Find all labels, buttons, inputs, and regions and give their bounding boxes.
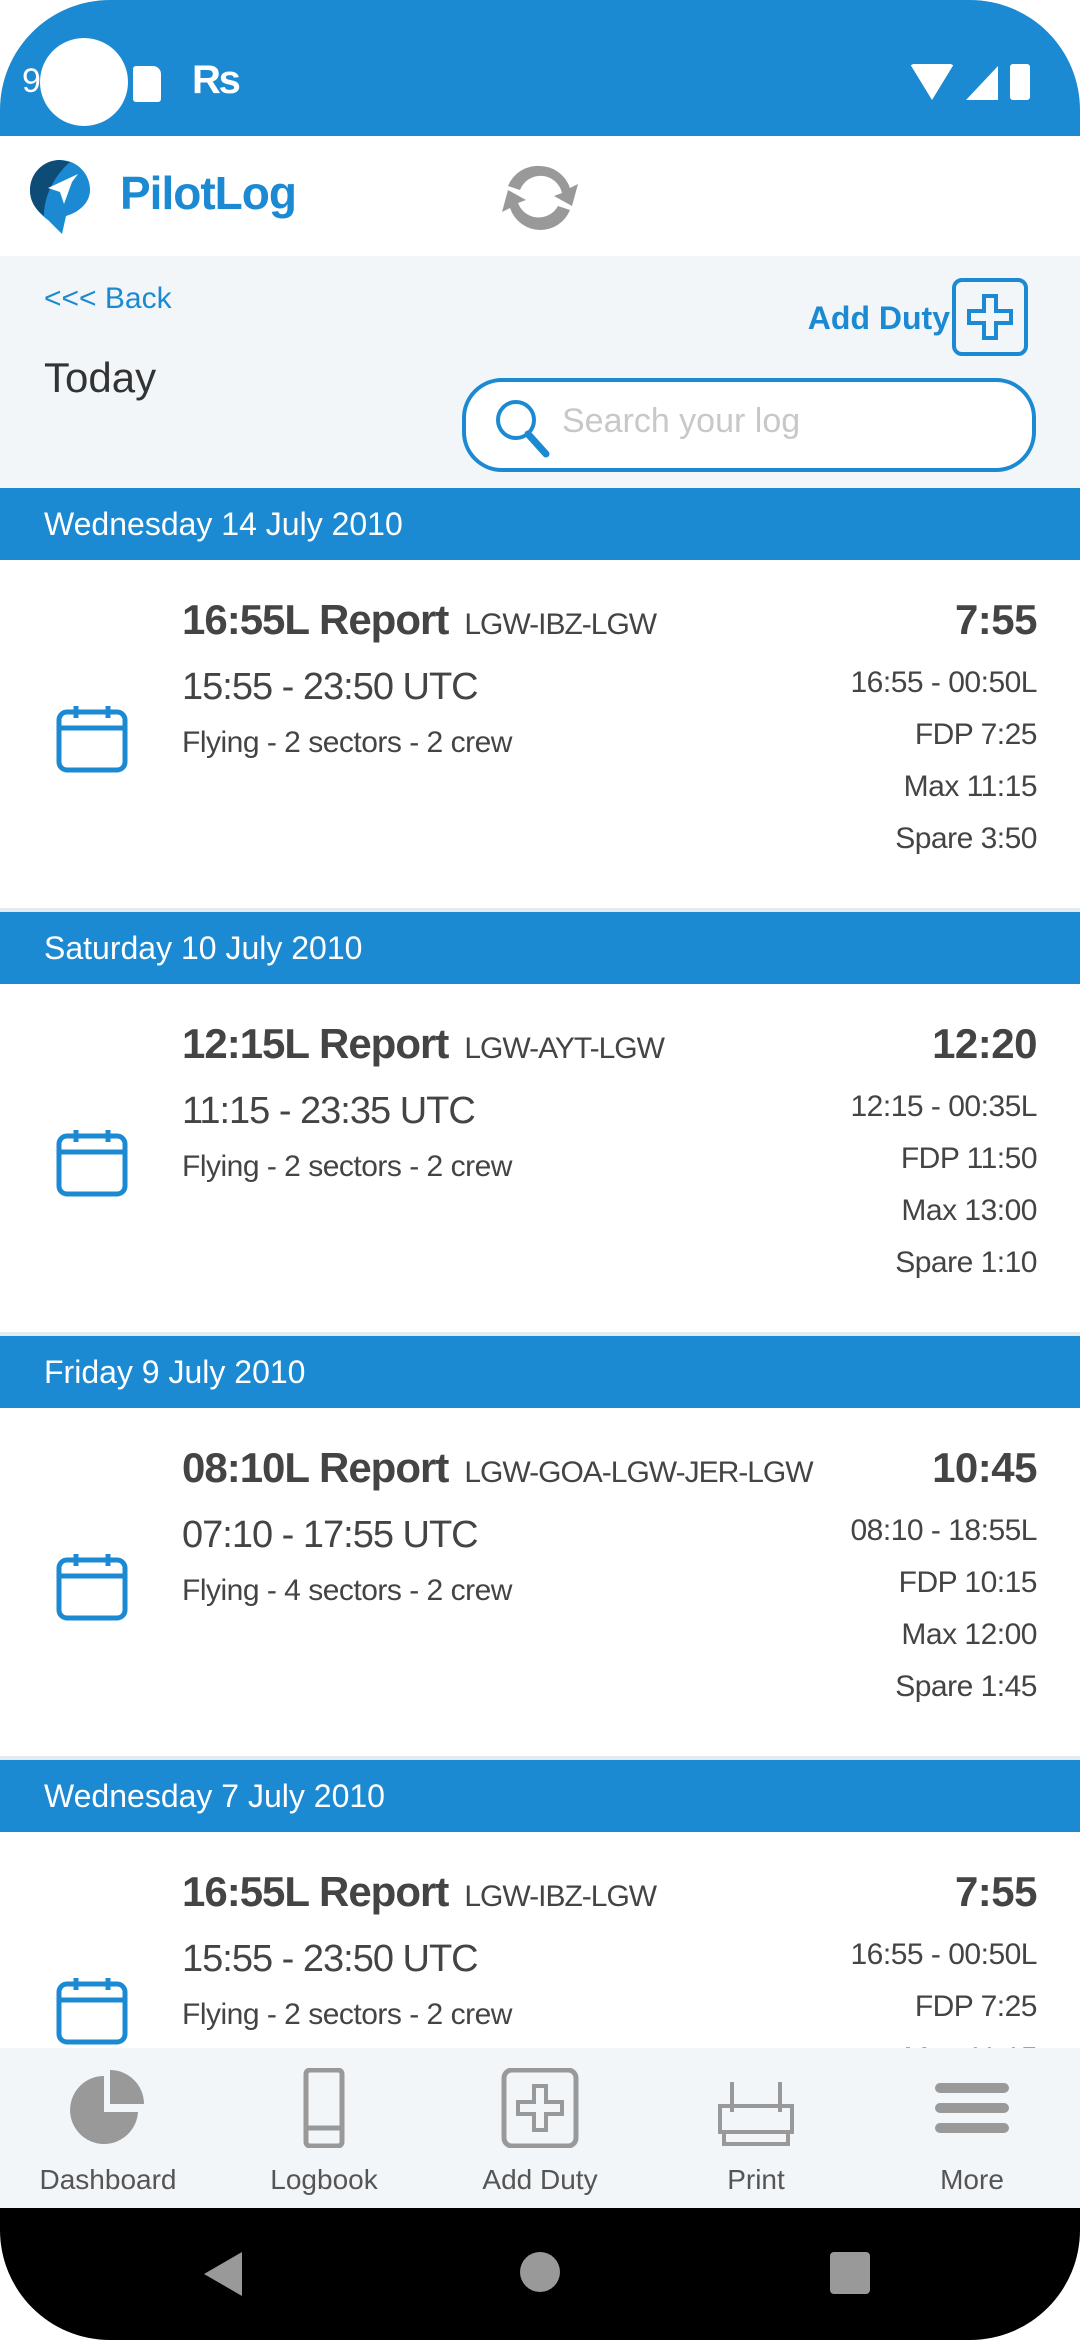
wifi-icon — [910, 64, 954, 100]
calendar-icon — [56, 1978, 128, 2045]
pilotlog-logo-icon — [30, 160, 90, 234]
nav-print[interactable]: Print — [648, 2048, 864, 2208]
duty-summary: Flying - 2 sectors - 2 crew — [182, 1998, 512, 2031]
calendar-icon — [56, 1130, 128, 1197]
plus-box-icon — [501, 2068, 579, 2148]
bottom-nav: Dashboard Logbook Add Duty Print More — [0, 2048, 1080, 2208]
menu-icon — [935, 2083, 1009, 2133]
duty-summary: Flying - 4 sectors - 2 crew — [182, 1574, 512, 1607]
search-input[interactable] — [562, 402, 1002, 441]
nav-label: Logbook — [270, 2164, 378, 2195]
route: LGW-IBZ-LGW — [464, 1880, 657, 1913]
day-header: Wednesday 14 July 2010 — [0, 488, 1080, 560]
status-bar: 9 ₨ — [0, 0, 1080, 136]
plus-icon — [967, 294, 1013, 340]
nav-label: Add Duty — [482, 2164, 598, 2195]
calendar-icon — [56, 706, 128, 773]
duty-card[interactable]: 16:55L Report LGW-IBZ-LGW 15:55 - 23:50 U… — [0, 1832, 1080, 2048]
report-label: 12:15L Report — [182, 1020, 449, 1067]
search-field[interactable] — [462, 378, 1036, 472]
add-duty-button[interactable] — [952, 278, 1028, 356]
battery-icon — [1010, 64, 1030, 100]
back-link[interactable]: <<< Back — [44, 282, 172, 316]
pie-chart-icon — [70, 2070, 144, 2144]
notification-icon: ₨ — [192, 58, 242, 102]
app-brand: PilotLog — [120, 167, 297, 219]
utc-times: 15:55 - 23:50 UTC — [182, 666, 479, 708]
local-times: 16:55 - 00:50L — [850, 666, 1038, 699]
nav-add-duty[interactable]: Add Duty — [432, 2048, 648, 2208]
printer-icon — [718, 2082, 794, 2146]
duty-card[interactable]: 16:55L Report LGW-IBZ-LGW 15:55 - 23:50 U… — [0, 560, 1080, 912]
add-duty-link[interactable]: Add Duty — [808, 300, 950, 337]
max-fdp: Max 13:00 — [901, 1194, 1037, 1227]
route: LGW-AYT-LGW — [464, 1032, 665, 1065]
fdp: FDP 7:25 — [914, 718, 1038, 751]
report-time: 08:10L Report LGW-GOA-LGW-JER-LGW — [182, 1444, 814, 1492]
utc-times: 15:55 - 23:50 UTC — [182, 1938, 479, 1980]
day-header: Saturday 10 July 2010 — [0, 912, 1080, 984]
local-times: 08:10 - 18:55L — [850, 1514, 1038, 1547]
fdp: FDP 7:25 — [914, 1990, 1038, 2023]
day-header: Friday 9 July 2010 — [0, 1336, 1080, 1408]
spare-time: Spare 1:10 — [895, 1246, 1037, 1279]
status-time: 9 — [22, 62, 41, 100]
local-times: 16:55 - 00:50L — [850, 1938, 1038, 1971]
duty-summary: Flying - 2 sectors - 2 crew — [182, 1150, 512, 1183]
sd-card-icon — [133, 66, 161, 102]
report-time: 16:55L Report LGW-IBZ-LGW — [182, 1868, 657, 1916]
system-nav-bar — [0, 2208, 1080, 2340]
nav-logbook[interactable]: Logbook — [216, 2048, 432, 2208]
max-fdp: Max 11:15 — [903, 770, 1038, 803]
fdp: FDP 10:15 — [898, 1566, 1038, 1599]
camera-cutout — [40, 38, 128, 126]
day-header: Wednesday 7 July 2010 — [0, 1760, 1080, 1832]
nav-label: Dashboard — [39, 2164, 177, 2195]
route: LGW-IBZ-LGW — [464, 608, 657, 641]
fdp: FDP 11:50 — [900, 1142, 1038, 1175]
local-times: 12:15 - 00:35L — [850, 1090, 1038, 1123]
report-label: 16:55L Report — [182, 596, 449, 643]
duty-duration: 7:55 — [954, 1868, 1038, 1915]
book-icon — [303, 2068, 345, 2148]
nav-label: More — [940, 2164, 1004, 2195]
app-bar: PilotLog — [0, 136, 1080, 256]
duty-card[interactable]: 12:15L Report LGW-AYT-LGW 11:15 - 23:35 U… — [0, 984, 1080, 1336]
nav-dashboard[interactable]: Dashboard — [0, 2048, 216, 2208]
home-nav-icon[interactable] — [520, 2252, 560, 2292]
report-time: 12:15L Report LGW-AYT-LGW — [182, 1020, 665, 1068]
spare-time: Spare 1:45 — [895, 1670, 1037, 1703]
duty-card[interactable]: 08:10L Report LGW-GOA-LGW-JER-LGW 07:10 -… — [0, 1408, 1080, 1760]
page-title: Today — [44, 354, 157, 401]
route: LGW-GOA-LGW-JER-LGW — [464, 1456, 813, 1489]
nav-more[interactable]: More — [864, 2048, 1080, 2208]
duty-duration: 10:45 — [932, 1444, 1037, 1491]
back-nav-icon[interactable] — [204, 2252, 242, 2296]
report-time: 16:55L Report LGW-IBZ-LGW — [182, 596, 657, 644]
spare-time: Spare 3:50 — [895, 822, 1037, 855]
utc-times: 11:15 - 23:35 UTC — [182, 1090, 476, 1132]
sync-icon[interactable] — [500, 160, 580, 236]
utc-times: 07:10 - 17:55 UTC — [182, 1514, 479, 1556]
duty-duration: 12:20 — [932, 1020, 1037, 1067]
duty-summary: Flying - 2 sectors - 2 crew — [182, 726, 512, 759]
search-icon — [496, 400, 550, 458]
duty-duration: 7:55 — [954, 596, 1038, 643]
report-label: 08:10L Report — [182, 1444, 449, 1491]
screen: 9 ₨ PilotLog <<< Back Today Add Duty Wed… — [0, 0, 1080, 2340]
nav-label: Print — [727, 2164, 785, 2195]
signal-icon — [966, 66, 998, 100]
duty-list[interactable]: Wednesday 14 July 2010 16:55L Report LGW-… — [0, 488, 1080, 2048]
calendar-icon — [56, 1554, 128, 1621]
recents-nav-icon[interactable] — [830, 2252, 870, 2294]
report-label: 16:55L Report — [182, 1868, 449, 1915]
sub-header: <<< Back Today Add Duty — [0, 256, 1080, 488]
max-fdp: Max 12:00 — [901, 1618, 1037, 1651]
